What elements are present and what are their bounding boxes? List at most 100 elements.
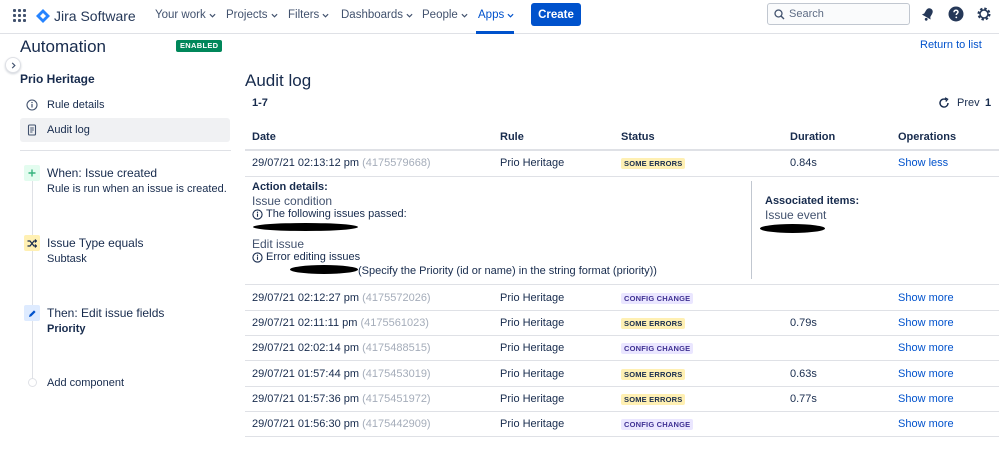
- row-divider: [245, 284, 999, 285]
- create-button[interactable]: Create: [531, 3, 581, 26]
- nav-projects[interactable]: Projects: [226, 8, 278, 22]
- shuffle-icon: [27, 238, 37, 248]
- column-header-rule: Rule: [500, 131, 524, 143]
- jira-logo-icon: [36, 9, 50, 23]
- edit-error-message: Error editing issues: [252, 251, 360, 263]
- column-header-date: Date: [252, 131, 276, 143]
- status-badge: SOME ERRORS: [621, 369, 686, 380]
- column-header-status: Status: [621, 131, 655, 143]
- settings-gear-icon[interactable]: [976, 6, 992, 22]
- jira-logo[interactable]: Jira Software: [36, 7, 136, 25]
- nav-apps[interactable]: Apps: [478, 8, 514, 22]
- edit-error-detail: (Specify the Priority (id or name) in th…: [358, 265, 657, 277]
- nav-dashboards[interactable]: Dashboards: [341, 8, 413, 22]
- condition-message: The following issues passed:: [252, 208, 407, 220]
- rule-status-badge: ENABLED: [176, 40, 223, 52]
- show-more-link[interactable]: Show more: [898, 393, 954, 405]
- component-action-subtitle: Priority: [47, 323, 86, 335]
- nav-your-work-label: Your work: [155, 9, 206, 21]
- rule-timeline-line: [32, 176, 33, 386]
- show-more-link[interactable]: Show more: [898, 418, 954, 430]
- component-trigger-subtitle: Rule is run when an issue is created.: [47, 183, 227, 195]
- document-icon: [27, 124, 37, 136]
- nav-projects-label: Projects: [226, 9, 268, 21]
- row-rule: Prio Heritage: [500, 157, 565, 169]
- automation-title: Automation: [20, 37, 106, 56]
- show-less-link[interactable]: Show less: [898, 157, 948, 169]
- row-rule: Prio Heritage: [500, 342, 565, 354]
- prev-page-button[interactable]: Prev: [957, 97, 980, 109]
- row-rule: Prio Heritage: [500, 393, 565, 405]
- sidebar-item-label: Rule details: [47, 99, 105, 111]
- show-more-link[interactable]: Show more: [898, 342, 954, 354]
- table-header-divider: [245, 149, 999, 151]
- nav-filters[interactable]: Filters: [288, 8, 329, 22]
- current-page-number[interactable]: 1: [985, 97, 991, 109]
- details-divider: [751, 181, 752, 279]
- row-rule: Prio Heritage: [500, 317, 565, 329]
- component-condition-subtitle: Subtask: [47, 253, 87, 265]
- show-more-link[interactable]: Show more: [898, 368, 954, 380]
- status-badge: CONFIG CHANGE: [621, 343, 694, 354]
- edit-issue-link[interactable]: Edit issue: [252, 237, 304, 251]
- row-date: 29/07/21 02:13:12 pm (4175579668): [252, 157, 431, 169]
- page-title: Audit log: [245, 71, 312, 90]
- nav-dashboards-label: Dashboards: [341, 9, 404, 21]
- row-divider: [245, 386, 999, 387]
- redacted-issue-keys: [253, 223, 358, 231]
- status-badge: SOME ERRORS: [621, 318, 686, 329]
- sidebar-item-audit-log[interactable]: Audit log: [20, 118, 230, 142]
- issue-event-link[interactable]: Issue event: [765, 208, 826, 222]
- nav-people-label: People: [422, 9, 458, 21]
- sidebar-item-label: Audit log: [47, 124, 90, 136]
- condition-shuffle-icon: [24, 235, 40, 251]
- return-to-list-link[interactable]: Return to list: [920, 39, 982, 51]
- row-date: 29/07/21 02:11:11 pm (4175561023): [252, 317, 429, 329]
- info-icon: [252, 251, 263, 263]
- row-duration: 0.79s: [790, 317, 817, 329]
- sidebar-item-rule-details[interactable]: Rule details: [20, 93, 230, 117]
- redacted-issue-keys: [760, 224, 825, 233]
- nav-apps-label: Apps: [478, 9, 505, 21]
- redacted-issue-keys: [290, 265, 358, 274]
- status-badge: CONFIG CHANGE: [621, 419, 694, 430]
- add-component-link[interactable]: Add component: [47, 377, 124, 389]
- row-date: 29/07/21 01:57:36 pm (4175451972): [252, 393, 431, 405]
- status-badge: CONFIG CHANGE: [621, 293, 694, 304]
- row-duration: 0.63s: [790, 368, 817, 380]
- component-trigger-title[interactable]: When: Issue created: [47, 166, 157, 180]
- sidebar-toggle-button[interactable]: [5, 57, 21, 73]
- chevron-down-icon: [209, 13, 216, 18]
- component-condition-title[interactable]: Issue Type equals: [47, 236, 144, 250]
- top-navigation: Jira Software Your work Projects Filters…: [0, 0, 999, 34]
- app-switcher-icon[interactable]: [13, 9, 27, 23]
- row-rule: Prio Heritage: [500, 292, 565, 304]
- sidebar-divider: [20, 150, 231, 151]
- row-date: 29/07/21 02:02:14 pm (4175488515): [252, 342, 431, 354]
- component-action-title[interactable]: Then: Edit issue fields: [47, 306, 164, 320]
- row-date: 29/07/21 01:57:44 pm (4175453019): [252, 368, 431, 380]
- nav-your-work[interactable]: Your work: [155, 8, 216, 22]
- notifications-icon[interactable]: [920, 6, 936, 22]
- column-header-operations: Operations: [898, 131, 957, 143]
- show-more-link[interactable]: Show more: [898, 292, 954, 304]
- issue-condition-link[interactable]: Issue condition: [252, 194, 332, 208]
- search-box[interactable]: [767, 3, 910, 25]
- add-component-dot: [28, 378, 37, 387]
- info-icon: [252, 208, 263, 220]
- chevron-down-icon: [271, 13, 278, 18]
- row-date: 29/07/21 01:56:30 pm (4175442909): [252, 418, 431, 430]
- info-icon: [26, 99, 38, 111]
- rule-name: Prio Heritage: [20, 72, 95, 86]
- show-more-link[interactable]: Show more: [898, 317, 954, 329]
- nav-people[interactable]: People: [422, 8, 468, 22]
- search-input[interactable]: [789, 7, 904, 21]
- chevron-down-icon: [322, 13, 329, 18]
- row-date: 29/07/21 02:12:27 pm (4175572026): [252, 292, 431, 304]
- chevron-down-icon: [507, 13, 514, 18]
- pencil-icon: [28, 309, 36, 317]
- help-icon[interactable]: [948, 6, 964, 22]
- row-divider: [245, 411, 999, 412]
- refresh-icon[interactable]: [938, 97, 950, 109]
- status-badge: SOME ERRORS: [621, 158, 686, 169]
